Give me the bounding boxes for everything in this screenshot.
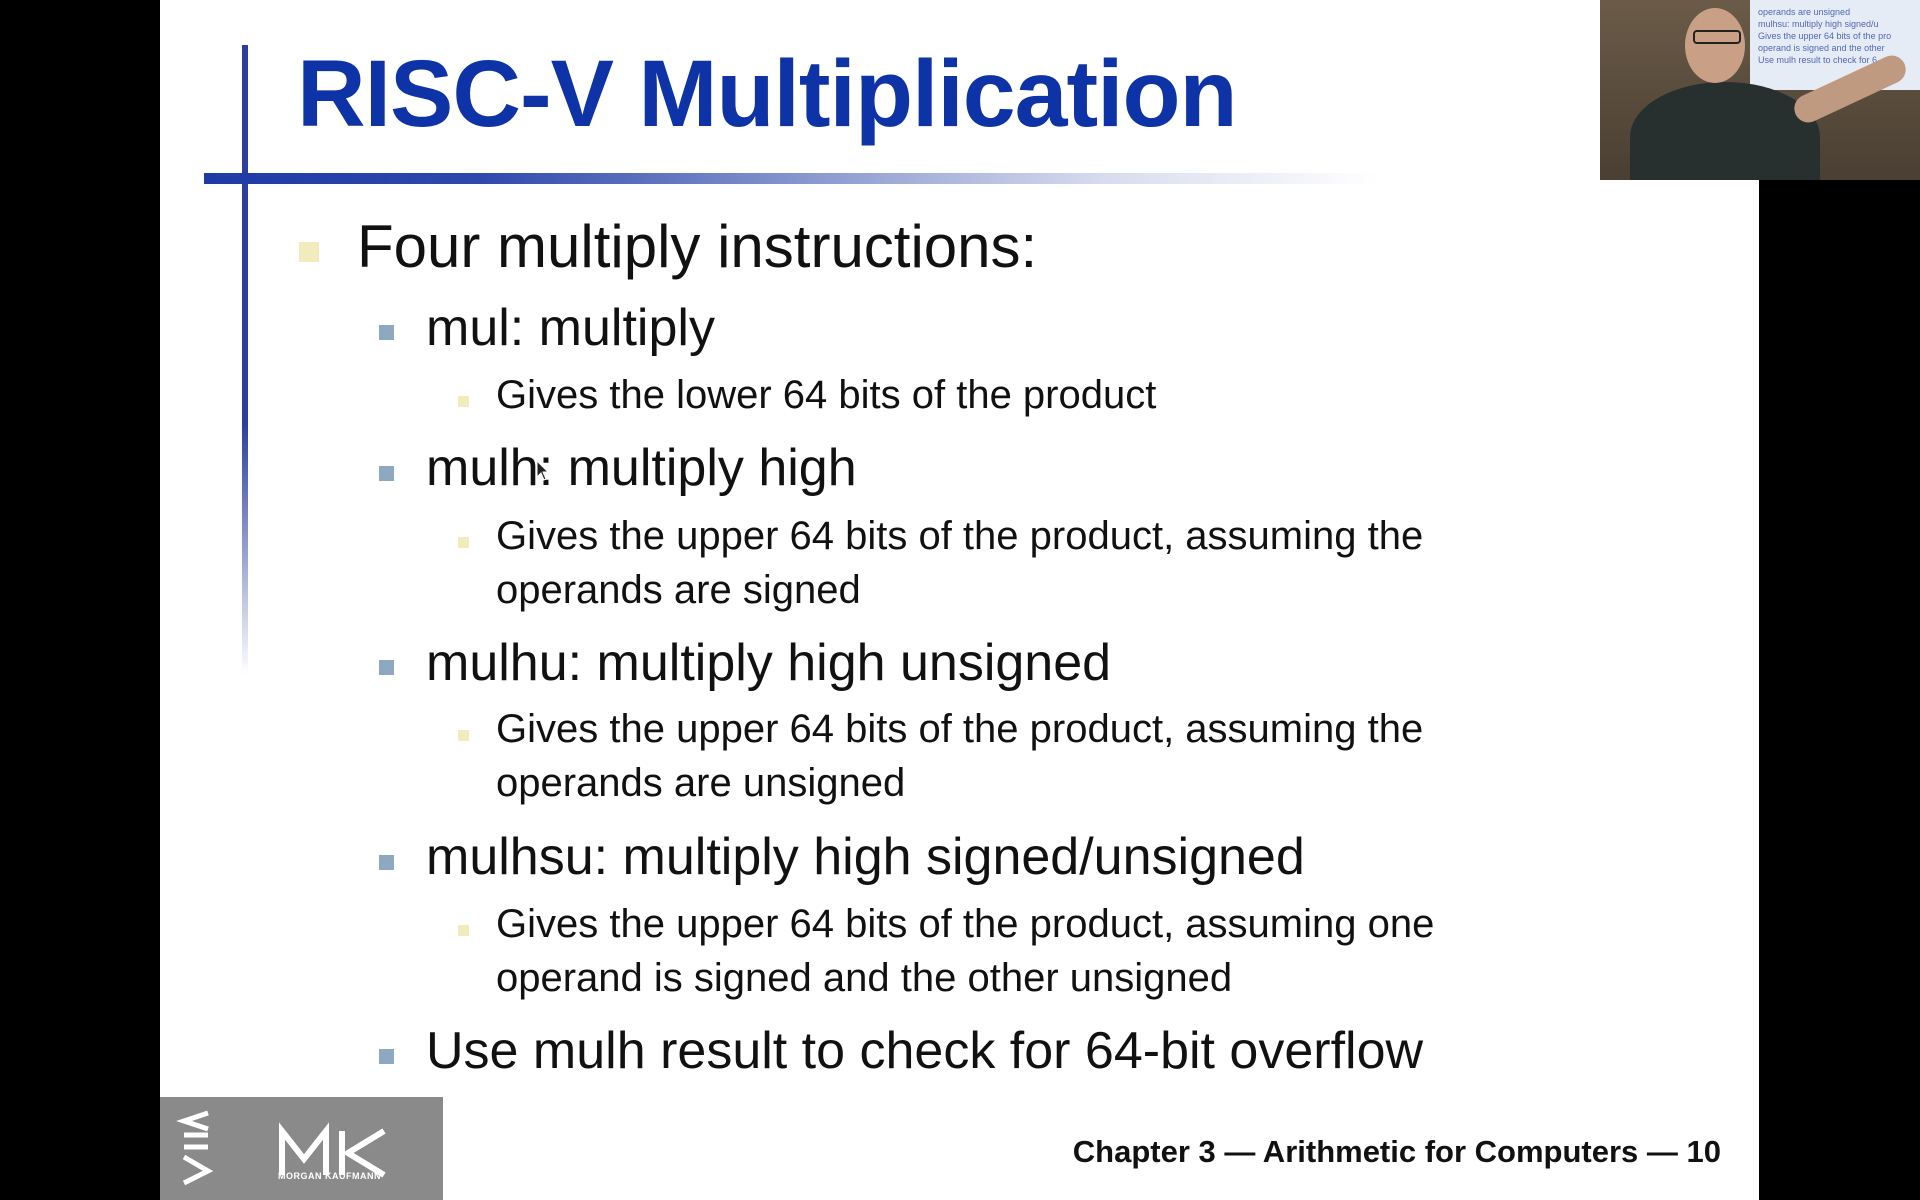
bullet-mulhu: mulhu: multiply high unsigned [426, 634, 1112, 692]
bullet-mulh-detail-line2: operands are signed [496, 568, 861, 612]
slide-content: Four multiply instructions: mul: multipl… [160, 0, 1759, 1200]
bullet-mul-detail: Gives the lower 64 bits of the product [496, 373, 1157, 417]
bullet-square [458, 730, 469, 741]
webcam-overlay: operands are unsigned mulhsu: multiply h… [1600, 0, 1920, 180]
bullet-mulhsu-detail-line1: Gives the upper 64 bits of the product, … [496, 902, 1435, 946]
presenter-glasses [1693, 30, 1741, 44]
morgan-kaufmann-logo: MORGAN KAUFMANN [160, 1097, 443, 1200]
bullet-square [458, 925, 469, 936]
bullet-square [458, 537, 469, 548]
bullet-mulh-detail-line1: Gives the upper 64 bits of the product, … [496, 514, 1424, 558]
bullet-mulhsu: mulhsu: multiply high signed/unsigned [426, 828, 1305, 886]
bullet-square [379, 855, 394, 870]
webcam-screen-line: operands are unsigned [1758, 7, 1851, 17]
webcam-screen-text: operands are unsigned mulhsu: multiply h… [1758, 6, 1891, 66]
webcam-screen-line: mulhsu: multiply high signed/u [1758, 19, 1879, 29]
mk-vertical-logo-icon [176, 1110, 214, 1186]
bullet-mulhsu-detail-line2: operand is signed and the other unsigned [496, 956, 1233, 1000]
presenter-head [1685, 8, 1745, 83]
bullet-mulhu-detail-line1: Gives the upper 64 bits of the product, … [496, 707, 1424, 751]
bullet-square [379, 466, 394, 481]
presenter-body [1630, 82, 1820, 180]
publisher-name: MORGAN KAUFMANN [278, 1171, 381, 1181]
presentation-slide: RISC-V Multiplication Four multiply inst… [160, 0, 1759, 1200]
bullet-square [458, 396, 469, 407]
bullet-overflow: Use mulh result to check for 64-bit over… [426, 1022, 1424, 1080]
webcam-screen-line: Gives the upper 64 bits of the pro [1758, 31, 1892, 41]
main-bullet: Four multiply instructions: [357, 213, 1038, 280]
bullet-mulhu-detail-line2: operands are unsigned [496, 761, 906, 805]
chapter-footer: Chapter 3 — Arithmetic for Computers — 1… [1072, 1134, 1721, 1169]
bullet-square [379, 1049, 394, 1064]
bullet-square [299, 242, 319, 262]
bullet-square [379, 660, 394, 675]
bullet-mulh: mulh: multiply high [426, 439, 857, 497]
mk-logo-icon [279, 1122, 386, 1178]
mouse-cursor-icon [536, 460, 550, 481]
webcam-screen-line: operand is signed and the other [1758, 43, 1885, 53]
bullet-square [379, 325, 394, 340]
bullet-mul: mul: multiply [426, 299, 715, 357]
